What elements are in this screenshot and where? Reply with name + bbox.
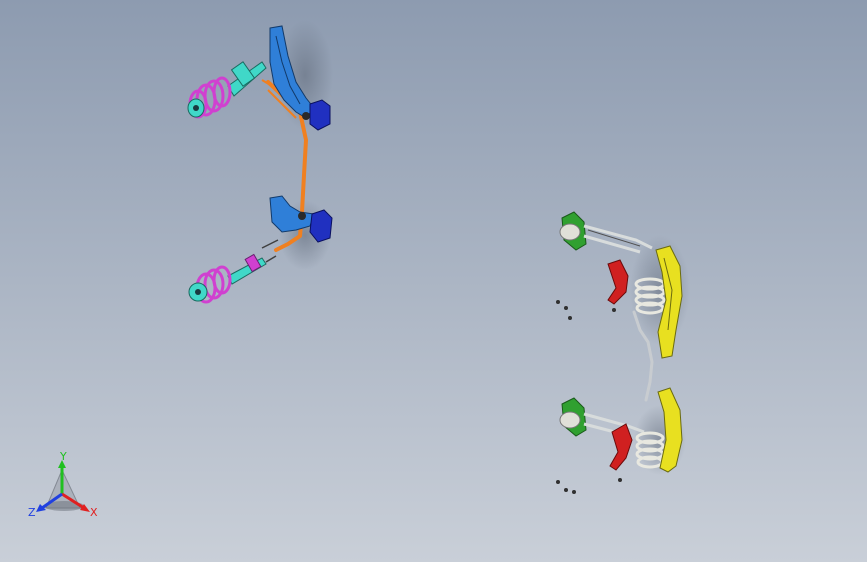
front-upper-bushing	[302, 112, 310, 120]
rear-suspension-assembly[interactable]	[556, 211, 690, 494]
front-upper-mount-center	[193, 105, 199, 111]
front-upper-strut[interactable]	[187, 61, 267, 119]
rear-upper-control-arm[interactable]	[607, 259, 629, 305]
front-lower-bushing	[298, 212, 306, 220]
front-lower-mount-center	[195, 289, 201, 295]
front-upper-subframe-block[interactable]	[309, 99, 331, 131]
front-suspension-assembly[interactable]	[187, 20, 333, 304]
rear-lower-control-arm[interactable]	[609, 423, 633, 471]
triad-y-label: Y	[59, 450, 67, 463]
front-lower-strut[interactable]	[188, 253, 267, 304]
cad-viewport[interactable]: Y X Z	[0, 0, 867, 562]
rear-lower-mount-cup	[559, 411, 581, 429]
rear-upper-mount-cup	[559, 223, 581, 241]
reference-triad[interactable]: Y X Z	[28, 450, 98, 519]
triad-z-label: Z	[28, 506, 36, 519]
assembly-scene[interactable]: Y X Z	[0, 0, 867, 562]
triad-x-label: X	[90, 506, 98, 519]
